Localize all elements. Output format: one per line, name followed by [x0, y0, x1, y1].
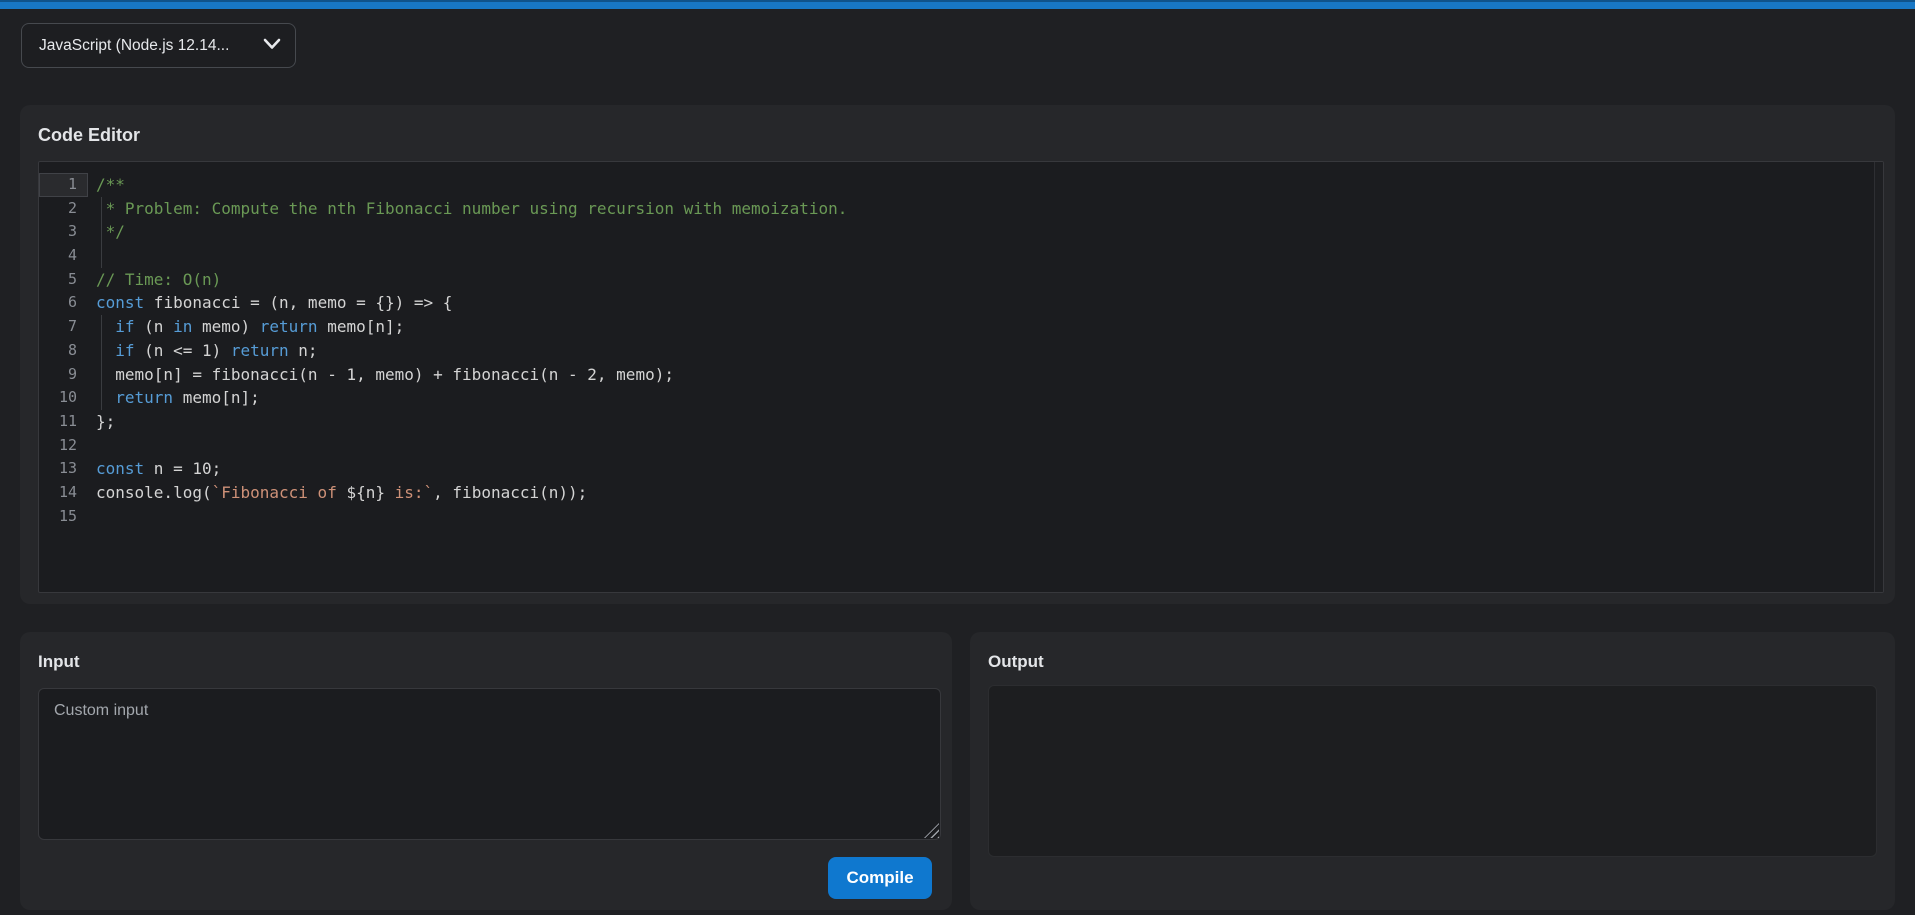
indent-guide — [101, 220, 102, 244]
line-number: 2 — [39, 197, 88, 221]
indent-guide — [101, 339, 102, 363]
code-line[interactable]: 9 memo[n] = fibonacci(n - 1, memo) + fib… — [39, 363, 1883, 387]
custom-input-wrapper — [38, 688, 941, 840]
code-text: const n = 10; — [88, 457, 1883, 481]
line-number: 9 — [39, 363, 88, 387]
code-line[interactable]: 2 * Problem: Compute the nth Fibonacci n… — [39, 197, 1883, 221]
line-number: 6 — [39, 291, 88, 315]
code-text: return memo[n]; — [88, 386, 1883, 410]
code-line[interactable]: 5// Time: O(n) — [39, 268, 1883, 292]
custom-input-textarea[interactable] — [38, 688, 941, 840]
compile-button[interactable]: Compile — [828, 857, 932, 899]
indent-guide — [101, 315, 102, 339]
line-number: 8 — [39, 339, 88, 363]
code-text: // Time: O(n) — [88, 268, 1883, 292]
code-line[interactable]: 15 — [39, 505, 1883, 529]
code-text: * Problem: Compute the nth Fibonacci num… — [88, 197, 1883, 221]
output-panel: Output — [970, 632, 1895, 910]
line-number: 13 — [39, 457, 88, 481]
output-box — [988, 685, 1877, 857]
line-number: 14 — [39, 481, 88, 505]
code-text: */ — [88, 220, 1883, 244]
code-line[interactable]: 7 if (n in memo) return memo[n]; — [39, 315, 1883, 339]
code-line[interactable]: 3 */ — [39, 220, 1883, 244]
code-text — [88, 505, 1883, 529]
code-text: console.log(`Fibonacci of ${n} is:`, fib… — [88, 481, 1883, 505]
line-number: 4 — [39, 244, 88, 268]
code-text: if (n <= 1) return n; — [88, 339, 1883, 363]
code-text: }; — [88, 410, 1883, 434]
code-line[interactable]: 1/** — [39, 173, 1883, 197]
line-number: 3 — [39, 220, 88, 244]
line-number: 15 — [39, 505, 88, 529]
indent-guide — [101, 197, 102, 221]
line-number: 10 — [39, 386, 88, 410]
code-line[interactable]: 8 if (n <= 1) return n; — [39, 339, 1883, 363]
indent-guide — [101, 386, 102, 410]
line-number: 5 — [39, 268, 88, 292]
code-line[interactable]: 6const fibonacci = (n, memo = {}) => { — [39, 291, 1883, 315]
indent-guide — [101, 244, 102, 268]
input-panel-title: Input — [20, 632, 952, 672]
code-line[interactable]: 13const n = 10; — [39, 457, 1883, 481]
code-editor[interactable]: 1/**2 * Problem: Compute the nth Fibonac… — [38, 161, 1884, 593]
input-panel: Input Compile — [20, 632, 952, 910]
code-text: const fibonacci = (n, memo = {}) => { — [88, 291, 1883, 315]
language-dropdown[interactable]: JavaScript (Node.js 12.14... — [21, 23, 296, 68]
code-line[interactable]: 12 — [39, 434, 1883, 458]
output-panel-title: Output — [970, 632, 1895, 672]
language-dropdown-value: JavaScript (Node.js 12.14... — [39, 37, 255, 55]
chevron-down-icon — [255, 37, 281, 55]
code-line[interactable]: 10 return memo[n]; — [39, 386, 1883, 410]
code-line[interactable]: 14console.log(`Fibonacci of ${n} is:`, f… — [39, 481, 1883, 505]
code-text — [88, 434, 1883, 458]
line-number: 11 — [39, 410, 88, 434]
editor-scrollbar[interactable] — [1874, 162, 1883, 592]
code-line[interactable]: 11}; — [39, 410, 1883, 434]
code-editor-title: Code Editor — [20, 105, 1895, 146]
line-number: 1 — [39, 173, 88, 197]
code-editor-panel: Code Editor 1/**2 * Problem: Compute the… — [20, 105, 1895, 604]
code-lines: 1/**2 * Problem: Compute the nth Fibonac… — [39, 162, 1883, 528]
top-accent-bar — [0, 0, 1915, 9]
code-text — [88, 244, 1883, 268]
code-text: memo[n] = fibonacci(n - 1, memo) + fibon… — [88, 363, 1883, 387]
line-number: 7 — [39, 315, 88, 339]
indent-guide — [101, 363, 102, 387]
code-text: /** — [88, 173, 1883, 197]
code-line[interactable]: 4 — [39, 244, 1883, 268]
code-text: if (n in memo) return memo[n]; — [88, 315, 1883, 339]
line-number: 12 — [39, 434, 88, 458]
